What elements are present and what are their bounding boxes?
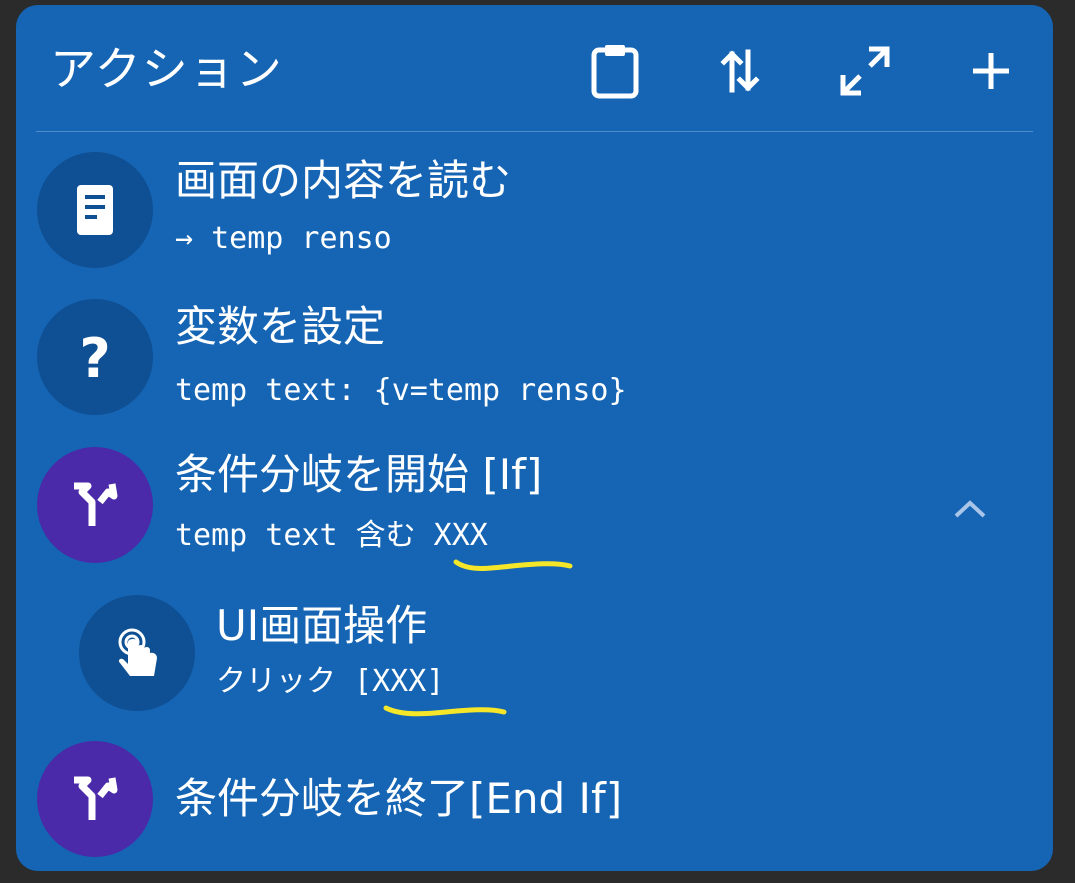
action-item-if-end[interactable]: 条件分岐を終了[End If] [16,735,1053,871]
action-title: 画面の内容を読む [175,156,512,205]
sort-icon [720,49,760,93]
highlight-underline [453,559,573,571]
panel-title: アクション [50,42,283,96]
plus-icon [973,53,1009,89]
branch-icon [74,482,118,526]
action-item-set-variable[interactable]: ? 変数を設定 temp text: {v=temp renso} [16,293,1053,433]
action-subtitle: → temp renso [175,221,392,256]
action-icon-circle [37,152,153,268]
collapse-button[interactable] [940,479,1000,539]
action-title: 条件分岐を終了[End If] [175,774,623,823]
action-icon-circle [79,595,195,711]
sort-button[interactable] [708,39,772,103]
action-item-if-start[interactable]: 条件分岐を開始 [If] temp text 含む XXX [16,441,1053,581]
action-icon-circle [37,447,153,563]
action-item-read-screen[interactable]: 画面の内容を読む → temp renso [16,145,1053,285]
action-title: UI画面操作 [216,601,428,650]
action-item-ui-operation[interactable]: UI画面操作 クリック [XXX] [16,590,1053,730]
action-title: 変数を設定 [175,302,386,351]
svg-text:?: ? [79,329,110,385]
actions-panel: アクション 画面の内容を読む → temp renso ? 変数を設定 temp… [16,5,1053,871]
expand-icon [840,46,890,96]
header-divider [36,131,1033,132]
document-icon [77,185,113,235]
clipboard-button[interactable] [583,39,647,103]
touch-icon [118,628,157,676]
action-icon-circle: ? [37,299,153,415]
add-button[interactable] [959,39,1023,103]
expand-button[interactable] [833,39,897,103]
action-subtitle: temp text 含む XXX [175,518,488,553]
chevron-up-icon [954,500,986,518]
action-subtitle: temp text: {v=temp renso} [175,373,627,408]
question-icon: ? [79,329,110,385]
branch-icon [74,776,118,820]
clipboard-icon [591,45,639,99]
action-icon-circle [37,741,153,857]
action-subtitle: クリック [XXX] [216,664,445,699]
action-title: 条件分岐を開始 [If] [175,450,543,499]
